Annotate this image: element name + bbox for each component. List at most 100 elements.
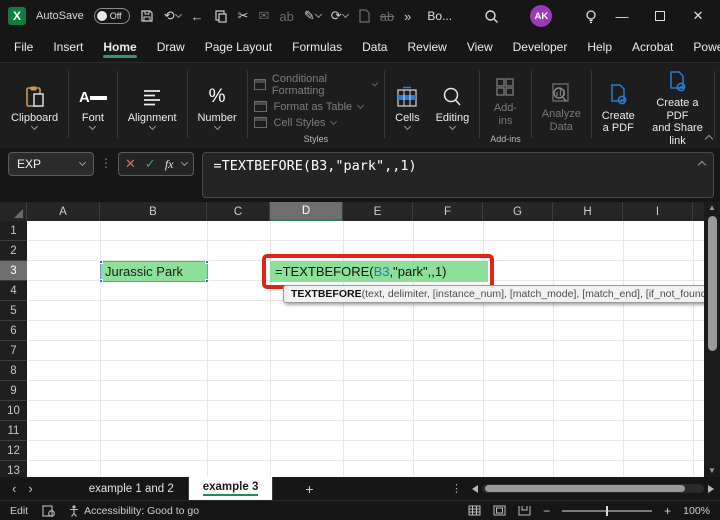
column-header-c[interactable]: C: [207, 202, 270, 221]
font-button[interactable]: A Font: [72, 82, 114, 131]
avatar[interactable]: AK: [530, 5, 553, 27]
row-header-11[interactable]: 11: [0, 421, 27, 441]
tab-file[interactable]: File: [6, 34, 41, 61]
column-header-b[interactable]: B: [100, 202, 207, 221]
redo-button[interactable]: ⟳: [331, 8, 349, 24]
row-headers: 1 2 3 4 5 6 7 8 9 10 11 12 13: [0, 221, 27, 481]
row-header-12[interactable]: 12: [0, 441, 27, 461]
tab-formulas[interactable]: Formulas: [284, 34, 350, 61]
cut-icon[interactable]: ✂: [238, 8, 249, 24]
row-header-8[interactable]: 8: [0, 361, 27, 381]
page-break-view-icon[interactable]: [518, 505, 531, 516]
tooltip-function-args: (text, delimiter, [instance_num], [match…: [361, 288, 713, 300]
normal-view-icon[interactable]: [468, 505, 481, 516]
horizontal-scroll-track[interactable]: [482, 484, 704, 493]
formula-input[interactable]: =TEXTBEFORE(B3,"park",,1): [202, 152, 714, 198]
enter-formula-icon[interactable]: ✓: [145, 156, 156, 172]
draw-touch-icon[interactable]: ✎: [304, 8, 322, 24]
row-header-5[interactable]: 5: [0, 301, 27, 321]
cell-d3-editing[interactable]: =TEXTBEFORE(B3 ,"park",,1): [270, 261, 488, 282]
tab-acrobat[interactable]: Acrobat: [624, 34, 681, 61]
column-header-f[interactable]: F: [413, 202, 483, 221]
tab-draw[interactable]: Draw: [149, 34, 193, 61]
row-header-9[interactable]: 9: [0, 381, 27, 401]
create-pdf-button[interactable]: Create a PDF: [595, 80, 642, 137]
excel-window: X AutoSave Off ⟲ ← ✂ ✉ ab ✎ ⟳ ab » Bo...…: [0, 0, 720, 520]
cell-styles-button[interactable]: Cell Styles: [254, 117, 377, 129]
sheet-tab-example-1-and-2[interactable]: example 1 and 2: [75, 477, 189, 500]
horizontal-scroll-thumb[interactable]: [485, 485, 685, 492]
sheet-bar-options-icon[interactable]: ⋮: [441, 482, 472, 495]
row-header-2[interactable]: 2: [0, 241, 27, 261]
scroll-up-icon[interactable]: ▲: [708, 202, 716, 214]
lightbulb-icon[interactable]: [584, 9, 598, 24]
zoom-slider[interactable]: [562, 505, 653, 516]
cell-b3[interactable]: Jurassic Park: [99, 260, 209, 283]
tab-power-pivot[interactable]: Power Pivot: [685, 34, 720, 61]
number-button[interactable]: % Number: [190, 82, 243, 131]
zoom-level[interactable]: 100%: [683, 505, 710, 517]
zoom-slider-thumb[interactable]: [606, 505, 609, 516]
vertical-scroll-thumb[interactable]: [707, 216, 717, 351]
tab-home[interactable]: Home: [95, 34, 144, 61]
row-header-4[interactable]: 4: [0, 281, 27, 301]
add-sheet-button[interactable]: +: [295, 481, 323, 497]
sheet-nav-right-icon[interactable]: ›: [28, 481, 44, 496]
row-header-6[interactable]: 6: [0, 321, 27, 341]
column-header-e[interactable]: E: [343, 202, 413, 221]
column-header-a[interactable]: A: [27, 202, 100, 221]
cancel-formula-icon[interactable]: ✕: [125, 156, 136, 172]
column-header-g[interactable]: G: [483, 202, 553, 221]
clipboard-button[interactable]: Clipboard: [4, 82, 65, 131]
create-pdf-share-button[interactable]: Create a PDF and Share link: [644, 67, 711, 150]
format-as-table-button[interactable]: Format as Table: [254, 101, 377, 113]
copy-icon[interactable]: [214, 9, 228, 23]
tab-view[interactable]: View: [459, 34, 501, 61]
scroll-left-icon[interactable]: [472, 484, 478, 493]
tab-data[interactable]: Data: [354, 34, 395, 61]
tab-review[interactable]: Review: [399, 34, 454, 61]
close-button[interactable]: ✕: [684, 2, 712, 30]
drag-handle-icon[interactable]: ⋮: [94, 152, 118, 170]
name-box[interactable]: EXP: [8, 152, 94, 176]
cells-area[interactable]: [27, 221, 704, 477]
scroll-down-icon[interactable]: ▼: [708, 465, 716, 477]
accessibility-status[interactable]: Accessibility: Good to go: [69, 505, 199, 517]
minimize-button[interactable]: —: [608, 2, 636, 30]
autosave-toggle[interactable]: Off: [93, 8, 130, 24]
tab-developer[interactable]: Developer: [505, 34, 576, 61]
select-all-button[interactable]: [0, 202, 27, 221]
row-header-10[interactable]: 10: [0, 401, 27, 421]
column-header-d[interactable]: D: [270, 202, 343, 221]
search-icon[interactable]: [484, 9, 499, 24]
zoom-out-button[interactable]: −: [543, 504, 550, 518]
sheet-tab-example-3[interactable]: example 3: [188, 477, 274, 500]
tab-insert[interactable]: Insert: [45, 34, 91, 61]
undo-button[interactable]: ⟲: [164, 8, 182, 24]
maximize-button[interactable]: [646, 2, 674, 30]
macro-record-icon[interactable]: [42, 504, 55, 517]
sheet-nav-left-icon[interactable]: ‹: [0, 481, 28, 496]
collapse-formula-bar-icon[interactable]: [697, 160, 707, 170]
tab-help[interactable]: Help: [579, 34, 620, 61]
conditional-formatting-button[interactable]: Conditional Formatting: [254, 73, 379, 97]
page-layout-view-icon[interactable]: [493, 505, 506, 516]
insert-function-icon[interactable]: fx: [165, 157, 174, 172]
save-icon[interactable]: [140, 9, 154, 23]
vertical-scrollbar[interactable]: ▲ ▼: [704, 202, 720, 477]
scroll-right-icon[interactable]: [708, 484, 714, 493]
column-header-i[interactable]: I: [623, 202, 693, 221]
row-header-7[interactable]: 7: [0, 341, 27, 361]
cells-button[interactable]: Cells: [388, 82, 426, 131]
zoom-in-button[interactable]: +: [664, 504, 671, 518]
mail-icon: ✉: [258, 8, 270, 23]
editing-button[interactable]: Editing: [429, 82, 477, 131]
back-arrow-icon[interactable]: ←: [191, 9, 204, 24]
row-header-1[interactable]: 1: [0, 221, 27, 241]
horizontal-scrollbar[interactable]: [472, 484, 714, 493]
column-header-h[interactable]: H: [553, 202, 623, 221]
row-header-3[interactable]: 3: [0, 261, 27, 281]
tab-page-layout[interactable]: Page Layout: [197, 34, 280, 61]
qat-overflow-button[interactable]: »: [404, 9, 411, 24]
alignment-button[interactable]: Alignment: [121, 82, 184, 131]
